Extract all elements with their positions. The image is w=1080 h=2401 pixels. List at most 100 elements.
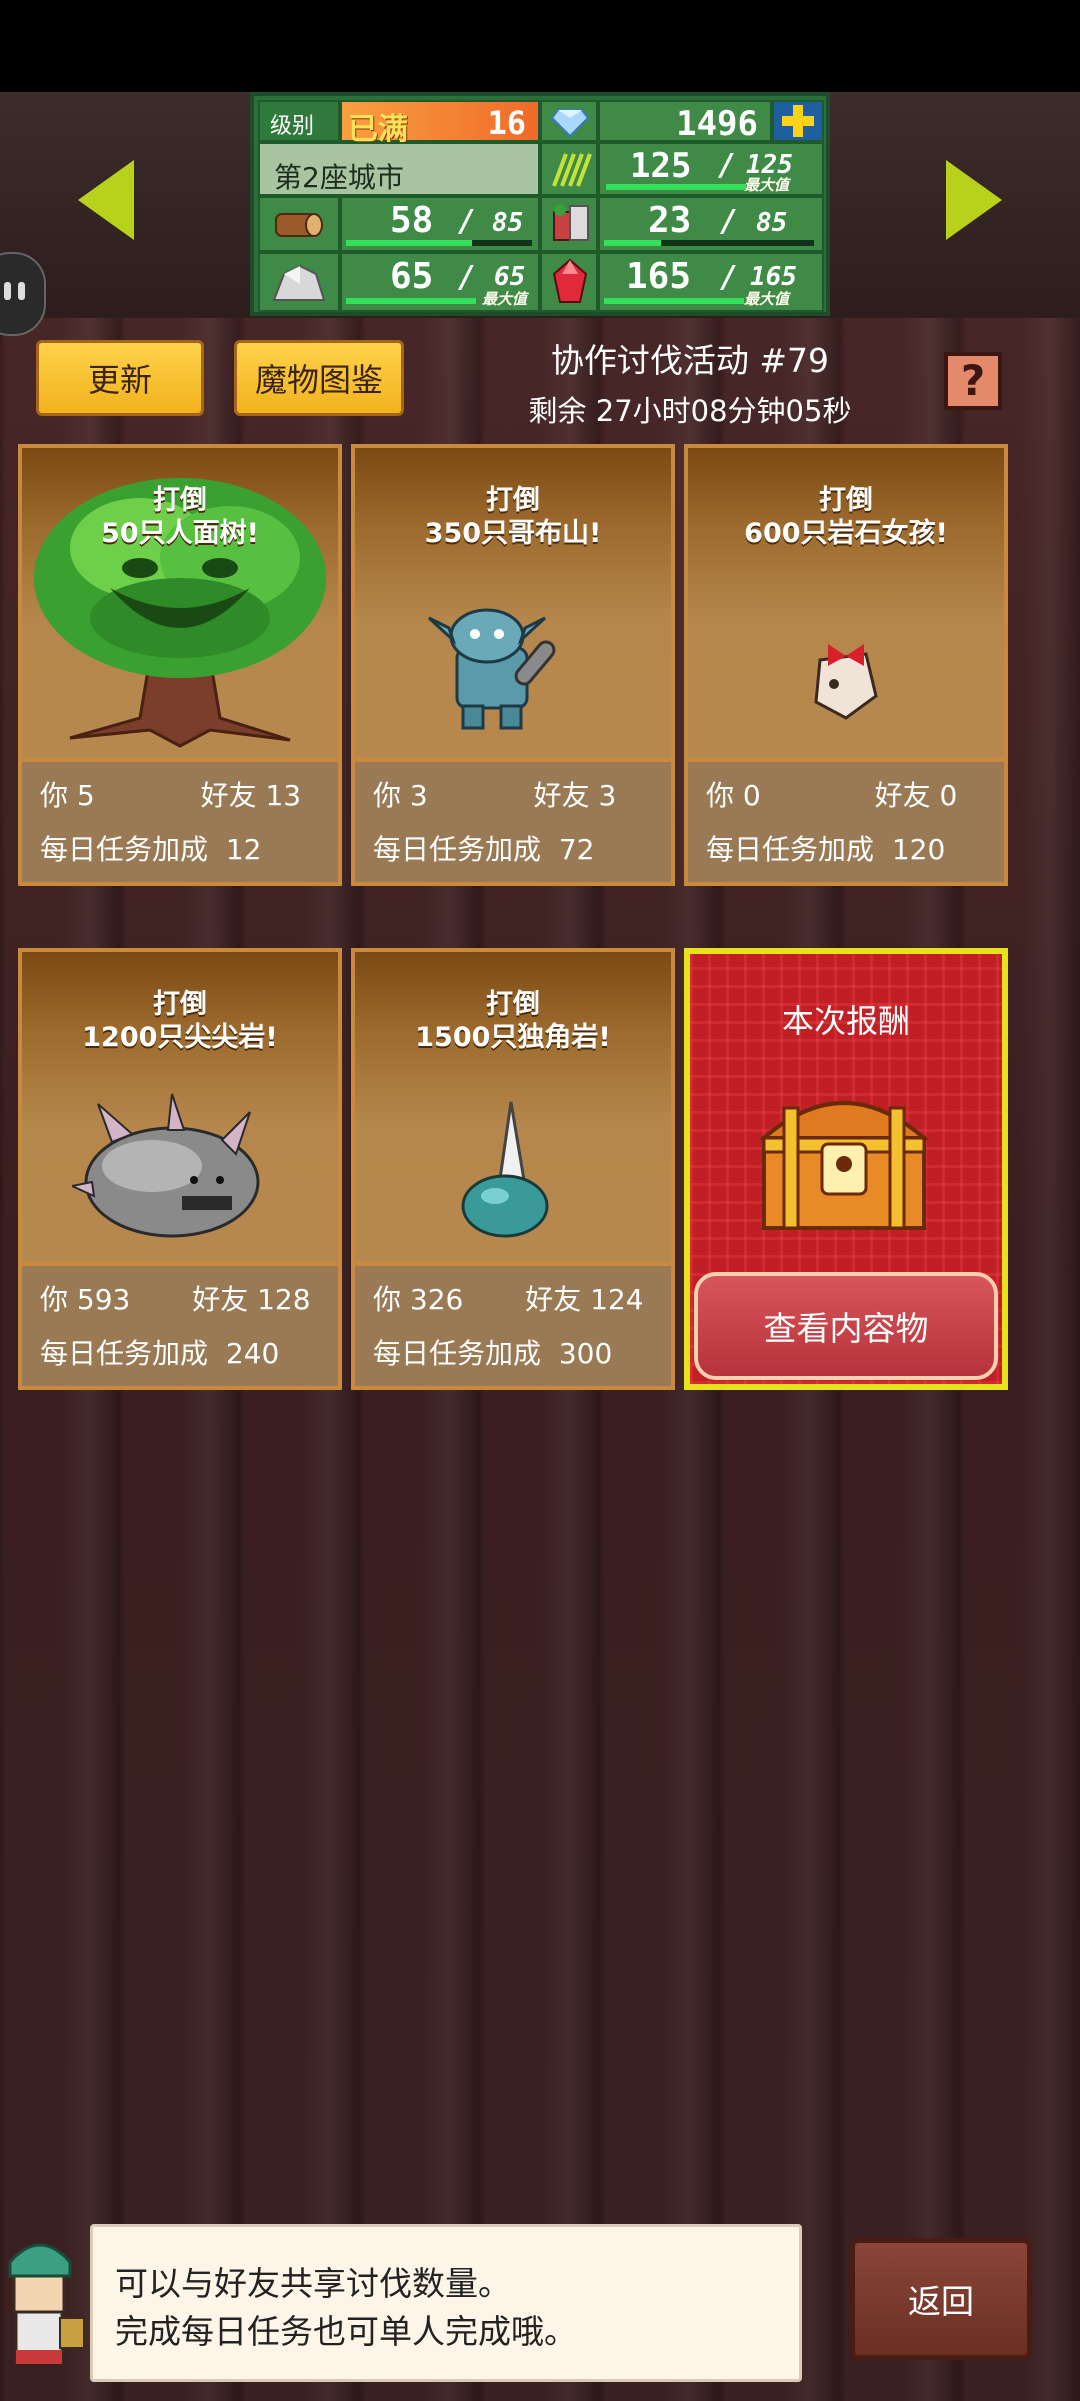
add-gems-button[interactable] bbox=[772, 100, 824, 142]
help-button[interactable]: ? bbox=[944, 352, 1002, 410]
event-timer: 剩余 27小时08分钟05秒 bbox=[528, 394, 852, 428]
food-icon bbox=[553, 204, 589, 241]
status-bar bbox=[0, 0, 1080, 92]
grass-icon-cell bbox=[540, 142, 598, 196]
quest-bonus: 每日任务加成 72 bbox=[373, 828, 594, 868]
stone-current: 65 bbox=[390, 256, 434, 297]
grass-bar bbox=[606, 184, 746, 190]
ruby-max-tag: 最大值 bbox=[744, 290, 790, 308]
friend-count: 3 bbox=[598, 779, 617, 812]
stone-bar-fill bbox=[346, 298, 476, 304]
hint-line1: 可以与好友共享讨伐数量。 bbox=[115, 2264, 511, 2303]
friend-count: 13 bbox=[265, 779, 302, 812]
horned-slime-icon bbox=[461, 1101, 549, 1238]
spiky-rock-icon bbox=[72, 1093, 260, 1238]
quest-card[interactable]: 打倒 600只岩石女孩! 你 0 好友 0 每日任务加成 120 bbox=[684, 444, 1008, 886]
wood-bar-fill bbox=[346, 240, 473, 246]
food-bar bbox=[604, 240, 814, 246]
quest-info: 你 0 好友 0 每日任务加成 120 bbox=[688, 758, 1004, 882]
food-icon-cell bbox=[540, 196, 598, 252]
bonus-label: 每日任务加成 bbox=[40, 833, 209, 866]
bestiary-button[interactable]: 魔物图鉴 bbox=[234, 340, 404, 416]
you-count: 5 bbox=[76, 779, 95, 812]
quest-title-line1: 打倒 bbox=[486, 485, 540, 516]
stone-cell: 65 / 65 最大值 bbox=[340, 252, 540, 312]
you-label: 你 bbox=[373, 1283, 402, 1316]
separator: / bbox=[720, 260, 739, 295]
friend-label: 好友 bbox=[874, 779, 931, 812]
friend-label: 好友 bbox=[525, 1283, 582, 1316]
floating-handle-icon[interactable] bbox=[0, 252, 46, 336]
view-contents-button[interactable]: 查看内容物 bbox=[694, 1272, 998, 1380]
quest-counts: 你 326 好友 124 bbox=[373, 1278, 644, 1318]
food-max: 85 bbox=[756, 208, 788, 238]
reward-card: 本次报酬 查看内容物 bbox=[684, 948, 1008, 1390]
next-arrow-icon[interactable] bbox=[946, 160, 1002, 240]
grass-max-tag: 最大值 bbox=[744, 176, 790, 194]
city-name: 第2座城市 bbox=[274, 161, 404, 194]
stone-max-tag: 最大值 bbox=[482, 290, 528, 308]
rock-girl-icon bbox=[814, 644, 878, 720]
stone-icon-cell bbox=[258, 252, 340, 312]
you-label: 你 bbox=[40, 1283, 69, 1316]
wood-cell: 58 / 85 bbox=[340, 196, 540, 252]
level-value: 16 bbox=[487, 104, 526, 142]
quest-info: 你 5 好友 13 每日任务加成 12 bbox=[22, 758, 338, 882]
quest-info: 你 326 好友 124 每日任务加成 300 bbox=[355, 1262, 671, 1386]
quest-card[interactable]: 打倒 50只人面树! 你 5 好友 13 每日任务加成 12 bbox=[18, 444, 342, 886]
treasure-chest-icon bbox=[758, 1101, 930, 1230]
level-cell: 已满 16 bbox=[340, 100, 540, 147]
quest-counts: 你 0 好友 0 bbox=[706, 774, 957, 814]
event-title: 协作讨伐活动 #79 bbox=[550, 341, 830, 380]
ruby-bar bbox=[604, 298, 744, 304]
quest-info: 你 593 好友 128 每日任务加成 240 bbox=[22, 1262, 338, 1386]
gems-value: 1496 bbox=[676, 104, 758, 144]
friend-count: 124 bbox=[590, 1283, 644, 1316]
quest-title: 打倒 600只岩石女孩! bbox=[688, 484, 1004, 550]
ruby-current: 165 bbox=[626, 256, 692, 297]
you-count: 326 bbox=[409, 1283, 464, 1316]
wood-icon-cell bbox=[258, 196, 340, 252]
grass-cell: 125 / 125 最大值 bbox=[598, 142, 824, 196]
grass-current: 125 bbox=[630, 146, 692, 186]
quest-bonus: 每日任务加成 240 bbox=[40, 1332, 279, 1372]
quest-title-line1: 打倒 bbox=[153, 485, 207, 516]
resource-panel: 级别 已满 16 1496 第2座城市 125 / 125 最大值 58 / 8… bbox=[250, 92, 830, 316]
bonus-label: 每日任务加成 bbox=[373, 1337, 542, 1370]
wood-current: 58 bbox=[390, 200, 434, 241]
bonus-label: 每日任务加成 bbox=[40, 1337, 209, 1370]
quest-title: 打倒 350只哥布山! bbox=[355, 484, 671, 550]
bonus-label: 每日任务加成 bbox=[706, 833, 875, 866]
quest-title-line2: 50只人面树! bbox=[101, 518, 259, 549]
quest-bonus: 每日任务加成 12 bbox=[40, 828, 261, 868]
back-button[interactable]: 返回 bbox=[850, 2238, 1032, 2360]
friend-count: 0 bbox=[939, 779, 958, 812]
level-label: 级别 bbox=[270, 114, 315, 139]
city-cell: 第2座城市 bbox=[258, 142, 540, 196]
prev-arrow-icon[interactable] bbox=[78, 160, 134, 240]
quest-card[interactable]: 打倒 1200只尖尖岩! 你 593 好友 128 每日任务加成 240 bbox=[18, 948, 342, 1390]
bonus-value: 120 bbox=[891, 833, 946, 866]
quest-counts: 你 5 好友 13 bbox=[40, 774, 301, 814]
separator: / bbox=[720, 204, 739, 239]
diamond-icon bbox=[550, 109, 590, 138]
wood-bar bbox=[346, 240, 532, 246]
quest-counts: 你 593 好友 128 bbox=[40, 1278, 311, 1318]
quest-info: 你 3 好友 3 每日任务加成 72 bbox=[355, 758, 671, 882]
plus-icon bbox=[782, 105, 814, 137]
stone-icon bbox=[272, 264, 326, 301]
food-cell: 23 / 85 bbox=[598, 196, 824, 252]
quest-card[interactable]: 打倒 350只哥布山! 你 3 好友 3 每日任务加成 72 bbox=[351, 444, 675, 886]
ruby-icon bbox=[552, 258, 588, 303]
quest-title-line1: 打倒 bbox=[819, 485, 873, 516]
quest-counts: 你 3 好友 3 bbox=[373, 774, 616, 814]
refresh-button[interactable]: 更新 bbox=[36, 340, 204, 416]
separator: / bbox=[458, 204, 477, 239]
separator: / bbox=[458, 260, 477, 295]
wood-log-icon bbox=[275, 213, 323, 237]
advisor-avatar-icon bbox=[8, 2243, 85, 2364]
quest-title: 打倒 1500只独角岩! bbox=[355, 988, 671, 1054]
ruby-icon-cell bbox=[540, 252, 598, 312]
friend-label: 好友 bbox=[200, 779, 257, 812]
quest-card[interactable]: 打倒 1500只独角岩! 你 326 好友 124 每日任务加成 300 bbox=[351, 948, 675, 1390]
